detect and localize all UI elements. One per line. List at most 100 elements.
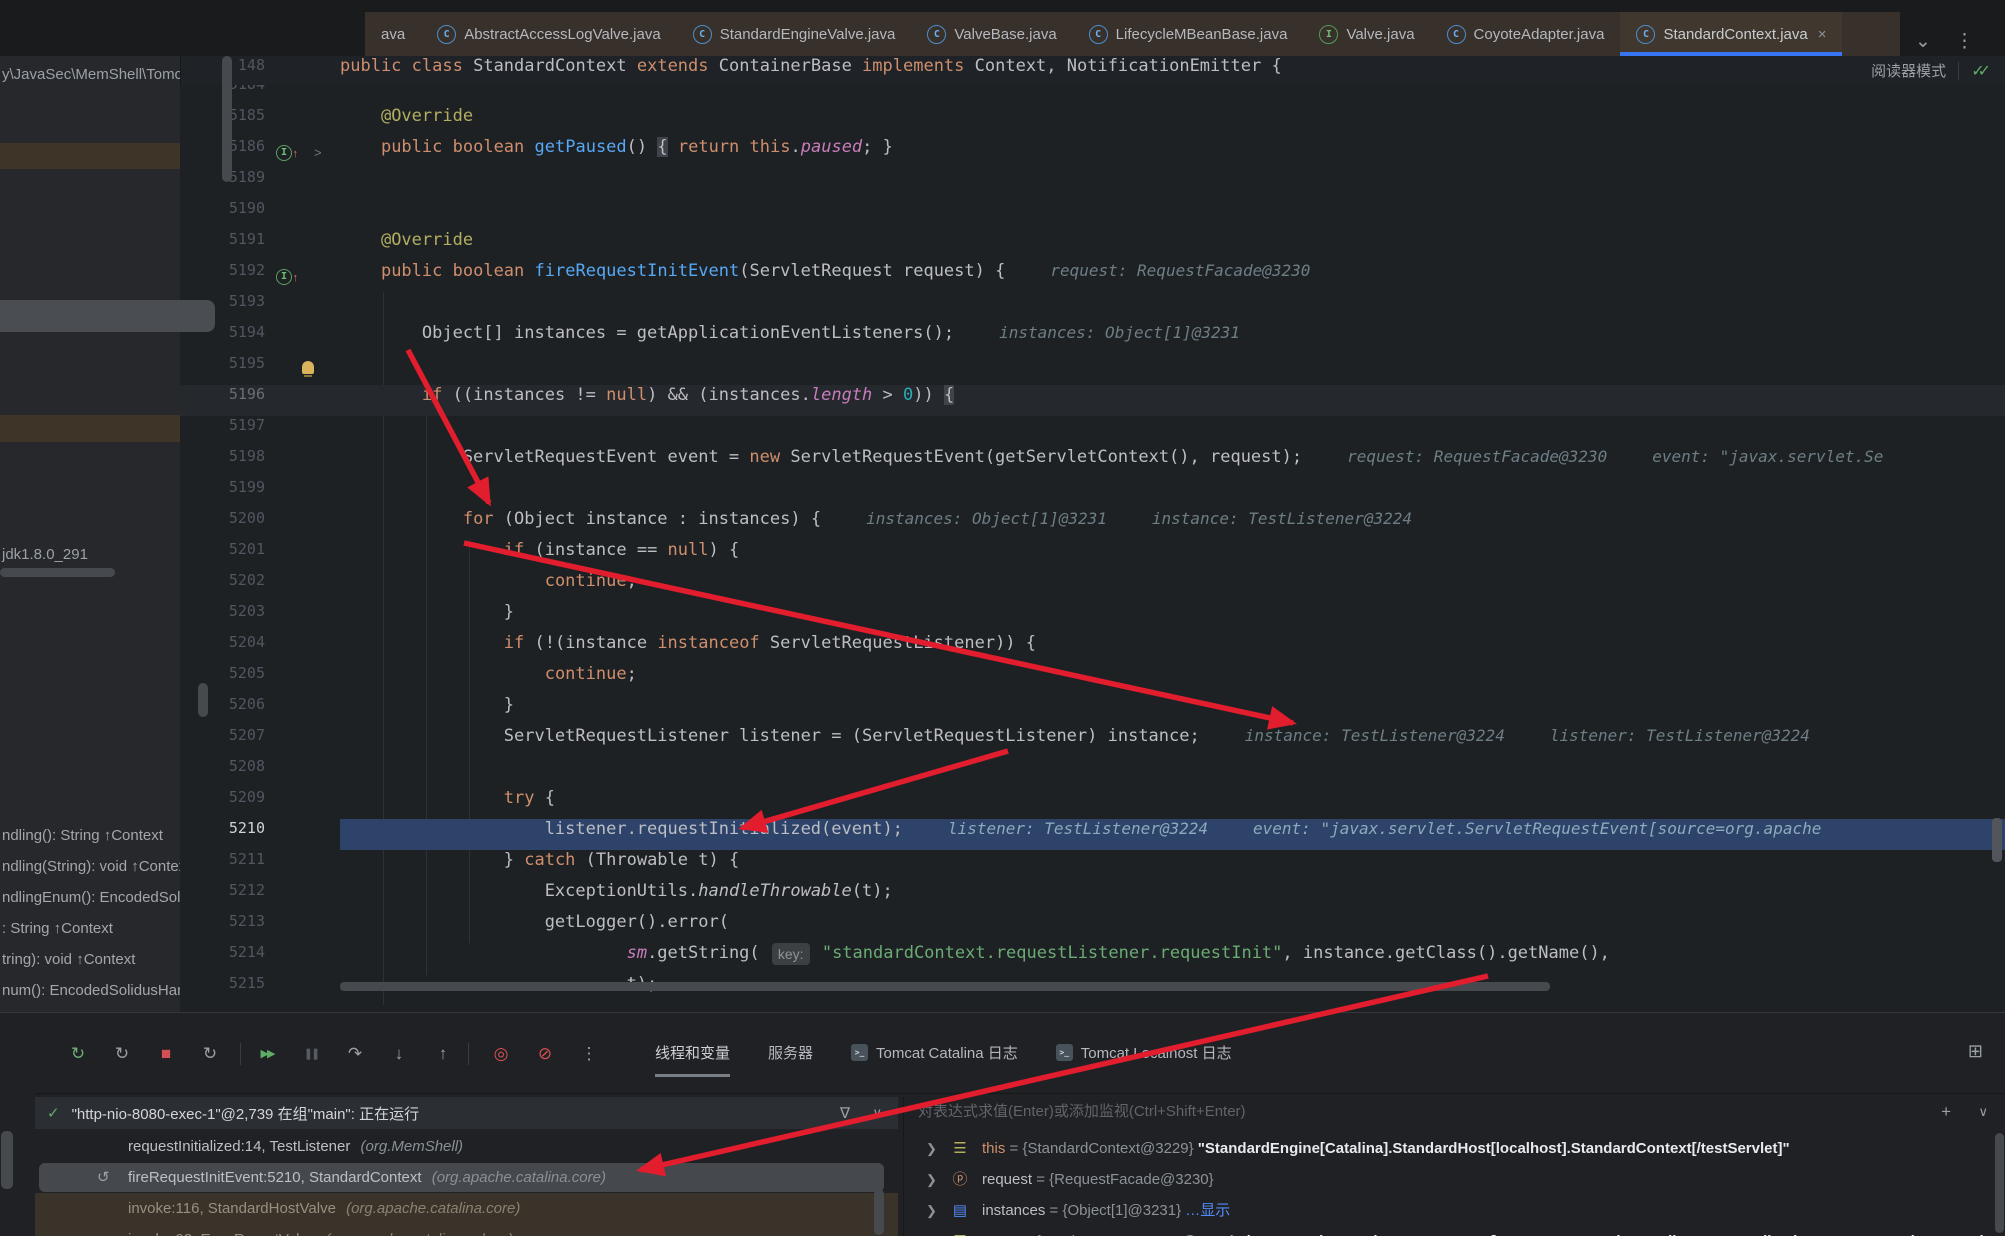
horizontal-scrollbar[interactable] — [0, 568, 115, 577]
stack-frame-row[interactable]: requestInitialized:14, TestListener (org… — [35, 1131, 898, 1162]
add-watch-icon[interactable]: + — [1941, 1097, 1951, 1127]
tab-lifecyclembeanbase-java[interactable]: C LifecycleMBeanBase.java — [1073, 12, 1304, 56]
debug-tab--[interactable]: 服务器 — [768, 1013, 813, 1091]
vertical-scrollbar[interactable] — [1, 1131, 13, 1189]
code-line[interactable]: 5196 if ((instances != null) && (instanc… — [180, 385, 2005, 416]
code-line[interactable]: 5205 continue; — [180, 664, 2005, 695]
code-line[interactable]: 5194 Object[] instances = getApplication… — [180, 323, 2005, 354]
stop-icon[interactable]: ■ — [151, 1041, 181, 1067]
restart-icon[interactable]: ↻ — [195, 1041, 225, 1067]
chevron-down-icon[interactable]: ⌄ — [1915, 30, 1931, 53]
expand-chevron-icon[interactable]: ❯ — [926, 1226, 937, 1236]
code-line[interactable]: 5207 ServletRequestListener listener = (… — [180, 726, 2005, 757]
method-list-item[interactable]: : String ↑Context — [2, 920, 113, 937]
code-editor[interactable]: 51845185 @Override5186I↑> public boolean… — [180, 85, 2005, 1012]
code-line[interactable]: 5206 } — [180, 695, 2005, 726]
reader-mode-label[interactable]: 阅读器模式 — [1871, 60, 1946, 81]
code-line[interactable]: 5214 sm .getString( key: "standardContext… — [180, 943, 2005, 974]
code-line[interactable]: 5211 } catch (Throwable t) { — [180, 850, 2005, 881]
step-over-icon[interactable]: ↷ — [340, 1041, 370, 1067]
code-line[interactable]: 5210 listener.requestInitialized(event);… — [180, 819, 2005, 850]
watch-expression-input[interactable]: 对表达式求值(Enter)或添加监视(Ctrl+Shift+Enter) + ∨ — [904, 1097, 2005, 1127]
sidebar-selected-row[interactable] — [0, 143, 180, 169]
code-line[interactable]: 5197 — [180, 416, 2005, 447]
chevron-down-icon[interactable]: ∨ — [1978, 1097, 1988, 1127]
step-into-icon[interactable]: ↓ — [384, 1041, 414, 1067]
method-list-item[interactable]: ndlingEnum(): EncodedSolidusH — [2, 889, 180, 906]
sidebar-selected-row[interactable] — [0, 415, 180, 442]
expand-chevron-icon[interactable]: ❯ — [926, 1133, 937, 1164]
step-out-icon[interactable]: ↑ — [428, 1041, 458, 1067]
tab-ava[interactable]: ava — [365, 12, 421, 56]
code-line[interactable]: 5200 for (Object instance : instances) {… — [180, 509, 2005, 540]
mute-breakpoints-icon[interactable]: ⊘ — [530, 1041, 560, 1067]
code-line[interactable]: 5191 @Override — [180, 230, 2005, 261]
rerun-debug-icon[interactable]: ↻ — [107, 1041, 137, 1067]
tab-abstractaccesslogvalve-java[interactable]: C AbstractAccessLogValve.java — [421, 12, 677, 56]
debug-tab--[interactable]: 线程和变量 — [655, 1013, 731, 1091]
code-line[interactable]: 5201 if (instance == null) { — [180, 540, 2005, 571]
method-list-item[interactable]: ndling(): String ↑Context — [2, 827, 163, 844]
expand-chevron-icon[interactable]: ❯ — [926, 1195, 937, 1226]
code-line[interactable]: 5213 getLogger().error( — [180, 912, 2005, 943]
vertical-scrollbar[interactable] — [874, 1189, 884, 1235]
stack-frame-row[interactable]: invoke:116, StandardHostValve (org.apach… — [35, 1193, 898, 1224]
stack-frame-row[interactable]: ↺ fireRequestInitEvent:5210, StandardCont… — [35, 1162, 898, 1193]
code-line[interactable]: 5195 — [180, 354, 2005, 385]
code-line[interactable]: 5186 I ↑ > public boolean getPaused() { ret… — [180, 137, 2005, 168]
code-line[interactable]: 5185 @Override — [180, 106, 2005, 137]
inspections-ok-icon[interactable]: ✓✓ — [1971, 61, 1991, 81]
reset-frame-icon[interactable]: ◎ — [486, 1041, 516, 1067]
project-path-label[interactable]: y\JavaSec\MemShell\TomcatSe — [2, 66, 180, 83]
tab-coyoteadapter-java[interactable]: C CoyoteAdapter.java — [1431, 12, 1621, 56]
override-method-icon[interactable]: I ↑ — [276, 268, 298, 285]
expand-chevron-icon[interactable]: ❯ — [926, 1164, 937, 1195]
editor-horizontal-scrollbar[interactable] — [340, 982, 1550, 991]
variable-row-this[interactable]: ❯ ☰ this = {StandardContext@3229} "Standar… — [904, 1133, 2005, 1164]
variable-row-event[interactable]: ❯ ☰ event = {ServletRequestEvent@3225} "ja… — [904, 1226, 2005, 1236]
tab-valvebase-java[interactable]: C ValveBase.java — [911, 12, 1072, 56]
stack-frame-row[interactable]: invoke:93, ErrorReportValve (org.apache.… — [35, 1224, 898, 1236]
kebab-menu-icon[interactable]: ⋮ — [1955, 30, 1974, 53]
method-list-item[interactable]: num(): EncodedSolidusHandling — [2, 982, 180, 999]
code-line[interactable]: 5199 — [180, 478, 2005, 509]
chevron-down-icon[interactable]: ∨ — [872, 1105, 882, 1121]
code-line[interactable]: 5212 ExceptionUtils. handleThrowable (t); — [180, 881, 2005, 912]
show-more-link[interactable]: …显示 — [1185, 1202, 1230, 1219]
code-line[interactable]: 5208 — [180, 757, 2005, 788]
tab-valve-java[interactable]: I Valve.java — [1303, 12, 1430, 56]
tab-standardcontext-java[interactable]: C StandardContext.java × — [1620, 12, 1843, 56]
debug-tab-tomcat-localhost-[interactable]: >_ Tomcat Localhost 日志 — [1055, 1013, 1232, 1091]
code-line[interactable]: 5184 — [180, 85, 2005, 106]
code-line[interactable]: 5189 — [180, 168, 2005, 199]
sidebar-hover-row[interactable] — [0, 300, 215, 332]
resume-icon[interactable]: ▶▶ — [252, 1041, 282, 1067]
method-list-item[interactable]: tring): void ↑Context — [2, 951, 135, 968]
code-line[interactable]: 5198 ServletRequestEvent event = new Ser… — [180, 447, 2005, 478]
override-method-icon[interactable]: I ↑ — [276, 144, 298, 161]
variable-row-instances[interactable]: ❯ ▤ instances = {Object[1]@3231} …显示 — [904, 1195, 2005, 1226]
code-line[interactable]: 5203 } — [180, 602, 2005, 633]
vertical-scrollbar[interactable] — [1995, 1133, 2004, 1233]
pause-icon[interactable]: ❚❚ — [296, 1041, 326, 1067]
close-icon[interactable]: × — [1818, 26, 1827, 43]
code-line[interactable]: 5193 — [180, 292, 2005, 323]
code-line[interactable]: 5209 try { — [180, 788, 2005, 819]
code-line[interactable]: 5192 I ↑ public boolean fireRequestInitEve… — [180, 261, 2005, 292]
debug-tab-tomcat-catalina-[interactable]: >_ Tomcat Catalina 日志 — [851, 1013, 1018, 1091]
variable-row-request[interactable]: ❯ ⓟ request = {RequestFacade@3230} — [904, 1164, 2005, 1195]
jdk-label[interactable]: jdk1.8.0_291 — [2, 546, 88, 563]
code-line[interactable]: 5190 — [180, 199, 2005, 230]
editor-vertical-scrollbar[interactable] — [1992, 818, 2002, 862]
thread-selector[interactable]: ✓ "http-nio-8080-exec-1"@2,739 在组"main":… — [35, 1097, 898, 1129]
vertical-scrollbar[interactable] — [198, 683, 208, 717]
more-icon[interactable]: ⋮ — [574, 1041, 604, 1067]
filter-icon[interactable]: ∇ — [840, 1104, 850, 1122]
layout-settings-icon[interactable]: ⊞ — [1968, 1041, 1983, 1062]
rerun-icon[interactable]: ↻ — [63, 1041, 93, 1067]
code-line[interactable]: 5202 continue; — [180, 571, 2005, 602]
method-list-item[interactable]: ndling(String): void ↑Context — [2, 858, 180, 875]
intention-bulb-icon[interactable] — [302, 361, 314, 377]
code-line[interactable]: 5204 if (!(instance instanceof ServletRe… — [180, 633, 2005, 664]
tab-standardenginevalve-java[interactable]: C StandardEngineValve.java — [677, 12, 912, 56]
